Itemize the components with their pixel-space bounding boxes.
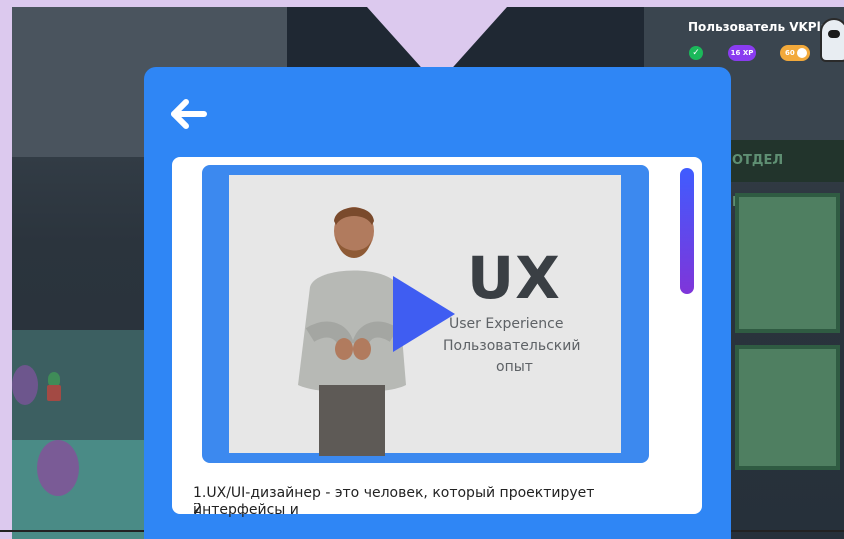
user-name: Пользователь VKPlay	[688, 20, 837, 34]
green-wall-panel	[735, 193, 840, 333]
top-frame-border	[0, 0, 844, 7]
scrollbar-thumb[interactable]	[680, 168, 694, 294]
video-title: UX	[467, 244, 561, 312]
plant-icon	[48, 372, 60, 386]
check-circle-icon: ✓	[689, 46, 703, 60]
coin-icon	[797, 48, 807, 58]
coins-badge: 60	[780, 45, 810, 61]
lesson-caption: 1.UX/UI-дизайнер - это человек, который …	[193, 485, 595, 518]
left-frame-border	[0, 0, 12, 539]
play-icon[interactable]	[393, 276, 455, 352]
video-subtitle-ru-2: опыт	[496, 359, 533, 375]
lesson-caption-cutoff: 2	[193, 503, 202, 515]
hand-cursor-icon: ☝	[190, 386, 200, 404]
purple-decoration-small	[12, 365, 38, 405]
hr-department-sign: ОТДЕЛ КАДРОВ	[726, 140, 844, 210]
avatar[interactable]	[820, 18, 844, 62]
purple-decoration	[37, 440, 79, 496]
teal-floor-lower	[12, 440, 152, 539]
plant-pot-icon	[47, 385, 61, 401]
coins-value: 60	[785, 49, 795, 57]
video-subtitle-en: User Experience	[449, 316, 564, 332]
arrow-left-icon[interactable]	[170, 98, 210, 130]
green-wall-panel-lower	[735, 345, 840, 470]
xp-badge: 16 XP	[728, 45, 756, 61]
video-subtitle-ru-1: Пользовательский	[443, 338, 581, 354]
avatar-visor-icon	[828, 30, 840, 38]
